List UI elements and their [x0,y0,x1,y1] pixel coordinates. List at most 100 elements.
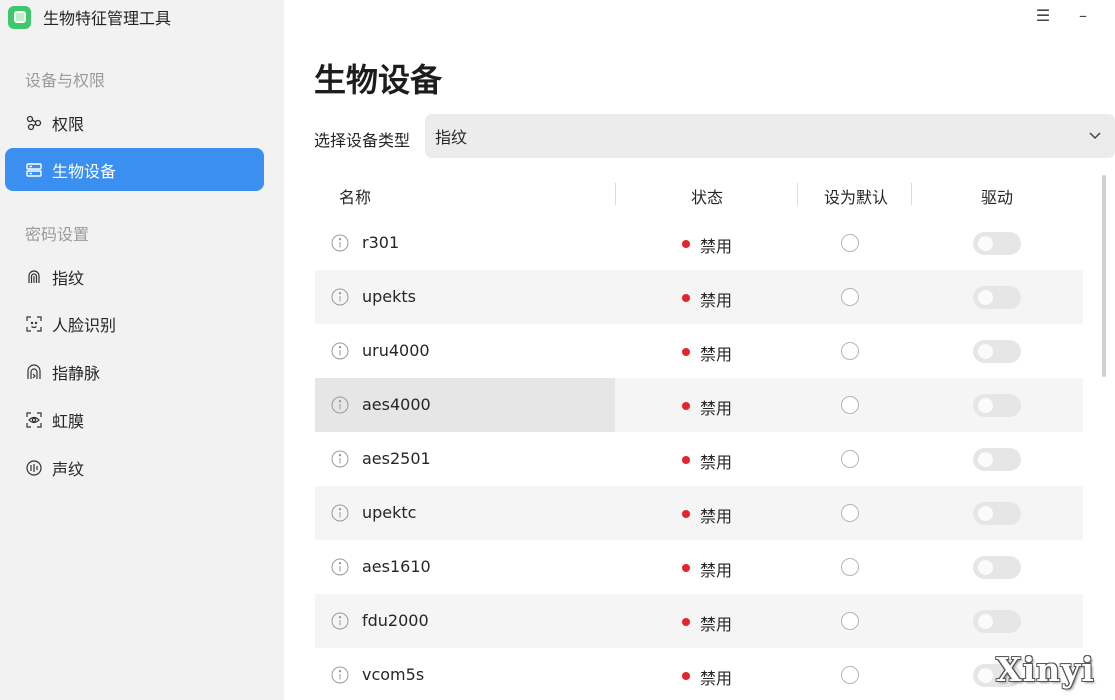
default-radio[interactable] [841,558,859,576]
info-icon[interactable] [331,396,349,414]
column-divider [797,183,798,205]
default-radio[interactable] [841,450,859,468]
info-icon[interactable] [331,288,349,306]
device-name: aes1610 [362,557,431,576]
info-icon[interactable] [331,450,349,468]
sidebar-item-label: 虹膜 [52,411,85,431]
info-icon[interactable] [331,612,349,630]
table-row[interactable]: uru4000 禁用 [315,324,1083,378]
column-header-status: 状态 [691,188,724,207]
sidebar-item-face[interactable]: 人脸识别 [5,302,264,345]
section-title-devices: 设备与权限 [25,71,106,90]
default-radio[interactable] [841,612,859,630]
toggle-knob [978,398,993,413]
driver-toggle[interactable] [973,340,1021,363]
device-status: 禁用 [700,507,733,526]
sidebar-item-bio-devices[interactable]: 生物设备 [5,148,264,191]
table-row[interactable]: vcom5s 禁用 [315,648,1083,700]
device-name: aes4000 [362,395,431,414]
device-name: upektc [362,503,417,522]
driver-toggle[interactable] [973,610,1021,633]
app-logo-icon [8,5,31,29]
page-title: 生物设备 [314,61,443,99]
fingerprint-icon [25,268,43,286]
sidebar-item-finger-vein[interactable]: 指静脉 [5,350,264,393]
voiceprint-icon [25,459,43,477]
column-divider [911,183,912,205]
sidebar-item-label: 权限 [52,114,85,134]
minimize-icon[interactable]: – [1073,6,1093,25]
device-status: 禁用 [700,615,733,634]
column-header-default: 设为默认 [824,188,889,207]
default-radio[interactable] [841,234,859,252]
table-row[interactable]: upektc 禁用 [315,486,1083,540]
app-title: 生物特征管理工具 [43,9,172,28]
table-row[interactable]: fdu2000 禁用 [315,594,1083,648]
info-icon[interactable] [331,666,349,684]
sidebar-item-label: 声纹 [52,459,85,479]
driver-toggle[interactable] [973,448,1021,471]
device-type-select[interactable]: 指纹 [425,114,1115,158]
device-name: uru4000 [362,341,430,360]
driver-toggle[interactable] [973,556,1021,579]
device-list-icon [25,161,43,179]
info-icon[interactable] [331,342,349,360]
iris-eye-icon [25,411,43,429]
device-type-value: 指纹 [435,128,468,147]
device-table: 名称 状态 设为默认 驱动 r301 禁用 upekts 禁用 uru4000 禁用 aes… [315,171,1099,700]
status-dot-icon [682,348,690,356]
driver-toggle[interactable] [973,286,1021,309]
app-window: 生物特征管理工具 设备与权限 权限 生物设备 密码设置 指纹 人脸识别 指静脉 … [0,0,1115,700]
status-dot-icon [682,510,690,518]
toggle-knob [978,344,993,359]
chevron-down-icon [1087,127,1103,147]
driver-toggle[interactable] [973,394,1021,417]
titlebar: 生物特征管理工具 [8,5,171,29]
driver-toggle[interactable] [973,502,1021,525]
table-row[interactable]: upekts 禁用 [315,270,1083,324]
device-name: fdu2000 [362,611,429,630]
sidebar: 生物特征管理工具 设备与权限 权限 生物设备 密码设置 指纹 人脸识别 指静脉 … [0,0,284,700]
default-radio[interactable] [841,342,859,360]
device-name: r301 [362,233,400,252]
status-dot-icon [682,402,690,410]
column-header-name: 名称 [339,188,372,207]
toggle-knob [978,452,993,467]
default-radio[interactable] [841,396,859,414]
row-hover-highlight [315,378,615,432]
default-radio[interactable] [841,288,859,306]
column-divider [615,183,616,205]
permission-icon [25,114,43,132]
device-name: upekts [362,287,417,306]
default-radio[interactable] [841,504,859,522]
device-status: 禁用 [700,561,733,580]
column-header-driver: 驱动 [981,188,1014,207]
sidebar-item-fingerprint[interactable]: 指纹 [5,255,264,298]
sidebar-item-label: 人脸识别 [52,315,117,335]
sidebar-item-iris[interactable]: 虹膜 [5,398,264,441]
face-scan-icon [25,315,43,333]
toggle-knob [978,614,993,629]
default-radio[interactable] [841,666,859,684]
info-icon[interactable] [331,558,349,576]
status-dot-icon [682,240,690,248]
table-row[interactable]: aes4000 禁用 [315,378,1083,432]
device-name: aes2501 [362,449,431,468]
finger-vein-icon [25,363,43,381]
status-dot-icon [682,564,690,572]
table-row[interactable]: aes2501 禁用 [315,432,1083,486]
section-title-password: 密码设置 [25,225,90,244]
table-row[interactable]: r301 禁用 [315,216,1083,270]
info-icon[interactable] [331,504,349,522]
info-icon[interactable] [331,234,349,252]
sidebar-item-voiceprint[interactable]: 声纹 [5,446,264,489]
status-dot-icon [682,294,690,302]
sidebar-item-permission[interactable]: 权限 [5,101,264,144]
watermark: Xinyi [996,650,1095,689]
table-scrollbar[interactable] [1102,175,1106,377]
table-header: 名称 状态 设为默认 驱动 [315,171,1099,216]
device-status: 禁用 [700,237,733,256]
table-row[interactable]: aes1610 禁用 [315,540,1083,594]
menu-icon[interactable]: ☰ [1033,6,1053,25]
driver-toggle[interactable] [973,232,1021,255]
